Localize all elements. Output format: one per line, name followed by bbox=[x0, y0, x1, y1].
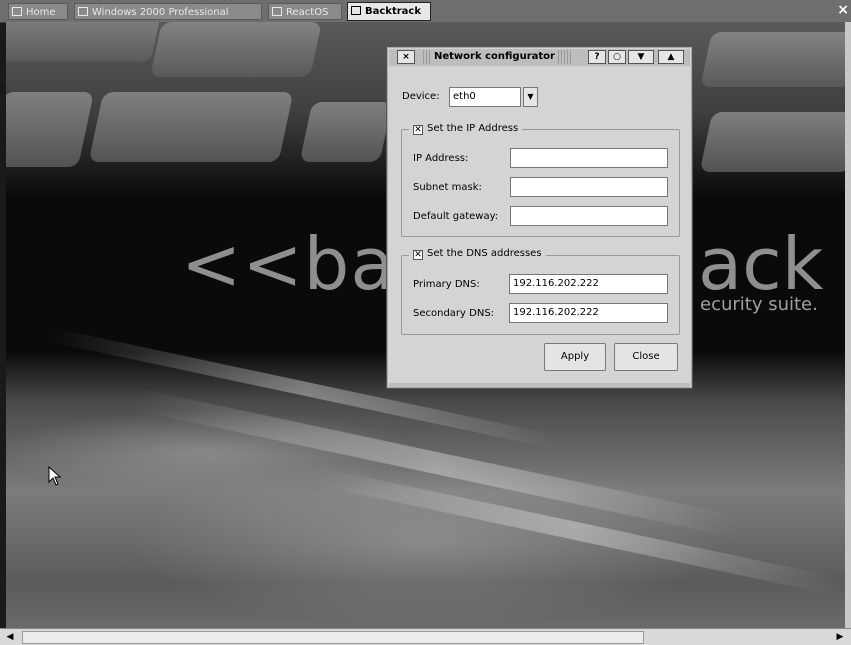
scroll-left-icon[interactable]: ◀ bbox=[4, 631, 16, 643]
tab-windows-2000[interactable]: Windows 2000 Professional bbox=[74, 3, 262, 20]
tab-home[interactable]: Home bbox=[8, 3, 68, 20]
tab-backtrack[interactable]: Backtrack bbox=[347, 2, 431, 21]
close-button[interactable]: Close bbox=[614, 343, 678, 371]
help-icon[interactable]: ? bbox=[588, 50, 606, 64]
subnet-mask-label: Subnet mask: bbox=[413, 182, 482, 193]
default-gateway-field[interactable] bbox=[510, 206, 668, 226]
tab-windows-2000-label: Windows 2000 Professional bbox=[92, 7, 229, 18]
network-configurator-dialog: × Network configurator ? ○ ▼ ▲ Device: e… bbox=[386, 46, 693, 389]
close-tab-icon[interactable]: × bbox=[837, 2, 849, 18]
wallpaper-brand-right: ack bbox=[698, 222, 824, 306]
dns-group bbox=[401, 255, 680, 335]
primary-dns-field[interactable]: 192.116.202.222 bbox=[509, 274, 668, 294]
home-icon bbox=[12, 7, 22, 16]
horizontal-scrollbar[interactable]: ◀ ▶ bbox=[0, 628, 851, 645]
ip-address-label: IP Address: bbox=[413, 153, 469, 164]
vm-icon bbox=[78, 7, 88, 16]
close-icon[interactable]: × bbox=[397, 50, 415, 64]
primary-dns-label: Primary DNS: bbox=[413, 279, 480, 290]
vm-icon bbox=[351, 6, 361, 15]
dialog-titlebar[interactable]: × Network configurator ? ○ ▼ ▲ bbox=[389, 49, 690, 66]
apply-button[interactable]: Apply bbox=[544, 343, 606, 371]
wallpaper-key bbox=[6, 92, 94, 167]
dialog-title: Network configurator bbox=[431, 50, 558, 64]
dialog-resize-handle[interactable] bbox=[389, 383, 690, 387]
wallpaper-key bbox=[699, 112, 845, 172]
wallpaper-tagline: ecurity suite. bbox=[700, 294, 818, 315]
ip-checkbox[interactable]: ✕ bbox=[413, 125, 423, 135]
device-label: Device: bbox=[402, 91, 440, 102]
dns-group-label: Set the DNS addresses bbox=[427, 248, 542, 259]
wallpaper-key bbox=[299, 102, 393, 162]
secondary-dns-label: Secondary DNS: bbox=[413, 308, 495, 319]
tab-reactos-label: ReactOS bbox=[286, 7, 329, 18]
device-combo[interactable]: eth0 bbox=[449, 87, 521, 107]
wallpaper-key bbox=[700, 32, 845, 87]
ip-address-field[interactable] bbox=[510, 148, 668, 168]
tab-home-label: Home bbox=[26, 7, 56, 18]
wallpaper-key bbox=[6, 22, 162, 62]
subnet-mask-field[interactable] bbox=[510, 177, 668, 197]
shade-icon[interactable]: ○ bbox=[608, 50, 626, 64]
chevron-down-icon[interactable]: ▼ bbox=[523, 87, 538, 107]
secondary-dns-field[interactable]: 192.116.202.222 bbox=[509, 303, 668, 323]
default-gateway-label: Default gateway: bbox=[413, 211, 499, 222]
scroll-thumb[interactable] bbox=[22, 631, 644, 644]
vm-icon bbox=[272, 7, 282, 16]
tab-reactos[interactable]: ReactOS bbox=[268, 3, 342, 20]
vertical-scrollbar[interactable] bbox=[845, 22, 851, 628]
ip-group-header[interactable]: ✕ Set the IP Address bbox=[409, 122, 523, 136]
maximize-icon[interactable]: ▲ bbox=[658, 50, 684, 64]
dialog-title-area[interactable]: Network configurator bbox=[423, 50, 573, 64]
scroll-right-icon[interactable]: ▶ bbox=[834, 631, 846, 643]
dns-checkbox[interactable]: ✕ bbox=[413, 250, 423, 260]
tab-bar: Home Windows 2000 Professional ReactOS B… bbox=[0, 0, 851, 23]
dns-group-header[interactable]: ✕ Set the DNS addresses bbox=[409, 247, 546, 261]
tab-backtrack-label: Backtrack bbox=[365, 6, 421, 17]
wallpaper-key bbox=[150, 22, 322, 77]
wallpaper-key bbox=[88, 92, 294, 162]
minimize-icon[interactable]: ▼ bbox=[628, 50, 654, 64]
wallpaper-brand-left: <<ba bbox=[181, 222, 396, 306]
ip-group-label: Set the IP Address bbox=[427, 123, 519, 134]
